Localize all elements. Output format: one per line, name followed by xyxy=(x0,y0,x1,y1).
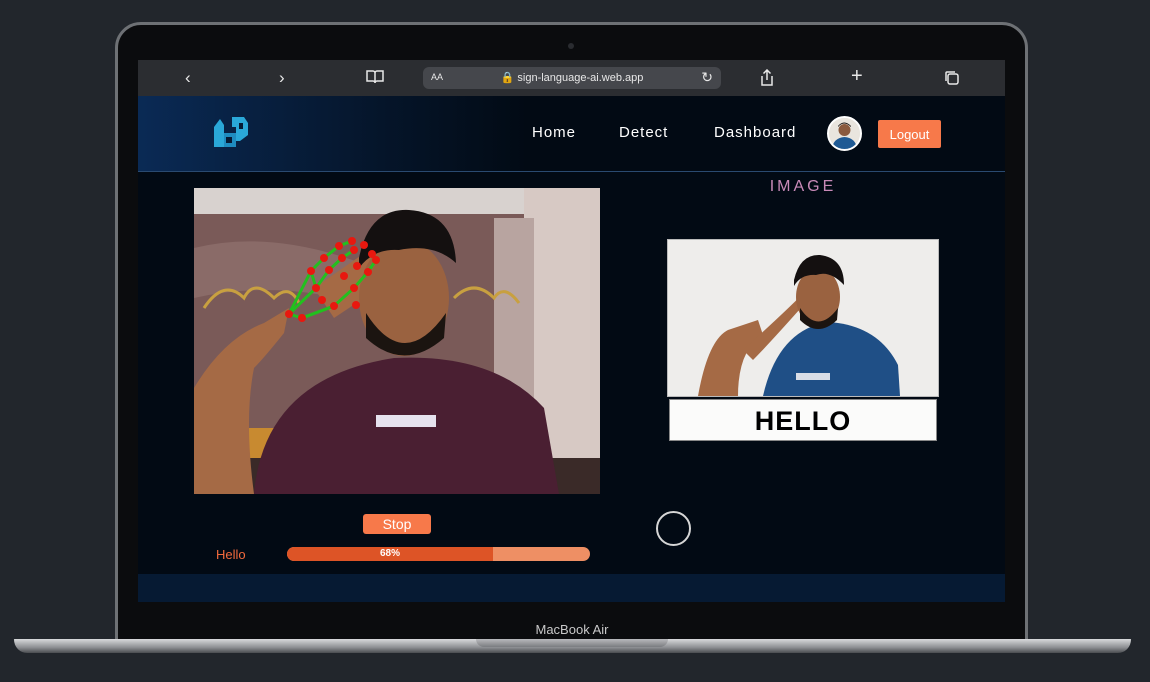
sign-caption: HELLO xyxy=(669,399,937,441)
nav-link-detect[interactable]: Detect xyxy=(619,124,668,141)
webcam-feed xyxy=(194,188,600,494)
prediction-label: Hello xyxy=(216,547,246,562)
page-footer xyxy=(138,574,1005,602)
stop-button[interactable]: Stop xyxy=(363,514,431,534)
nav-link-dashboard[interactable]: Dashboard xyxy=(714,124,796,141)
book-icon[interactable] xyxy=(366,69,384,90)
webcam-dot xyxy=(568,43,574,49)
laptop-mockup: ‹ › AA 🔒 sign-language-ai.web.app ↻ + Ho… xyxy=(0,0,1150,682)
tabs-icon[interactable] xyxy=(944,70,960,91)
share-icon[interactable] xyxy=(759,68,775,92)
url-text: 🔒 sign-language-ai.web.app xyxy=(423,71,721,84)
reload-icon[interactable]: ↻ xyxy=(701,69,713,86)
reference-sign-image xyxy=(667,239,939,397)
address-bar[interactable]: AA 🔒 sign-language-ai.web.app ↻ xyxy=(423,67,721,89)
lock-icon: 🔒 xyxy=(500,72,518,84)
url-value: sign-language-ai.web.app xyxy=(517,72,644,84)
plus-icon[interactable]: + xyxy=(851,66,863,86)
panel-title: IMAGE xyxy=(769,178,837,195)
nav-link-home[interactable]: Home xyxy=(532,124,576,141)
logout-button[interactable]: Logout xyxy=(878,120,941,148)
browser-toolbar: ‹ › AA 🔒 sign-language-ai.web.app ↻ + xyxy=(138,60,1005,96)
chevron-left-icon[interactable]: ‹ xyxy=(185,68,191,88)
laptop-notch xyxy=(476,639,668,647)
confidence-bar: 68% xyxy=(287,547,590,561)
record-button[interactable] xyxy=(656,511,691,546)
screen: ‹ › AA 🔒 sign-language-ai.web.app ↻ + Ho… xyxy=(138,60,1005,602)
confidence-text: 68% xyxy=(380,548,401,559)
avatar[interactable] xyxy=(827,116,862,151)
site-navbar: Home Detect Dashboard Logout xyxy=(138,96,1005,172)
chevron-right-icon[interactable]: › xyxy=(279,68,285,88)
logo[interactable] xyxy=(210,113,252,153)
